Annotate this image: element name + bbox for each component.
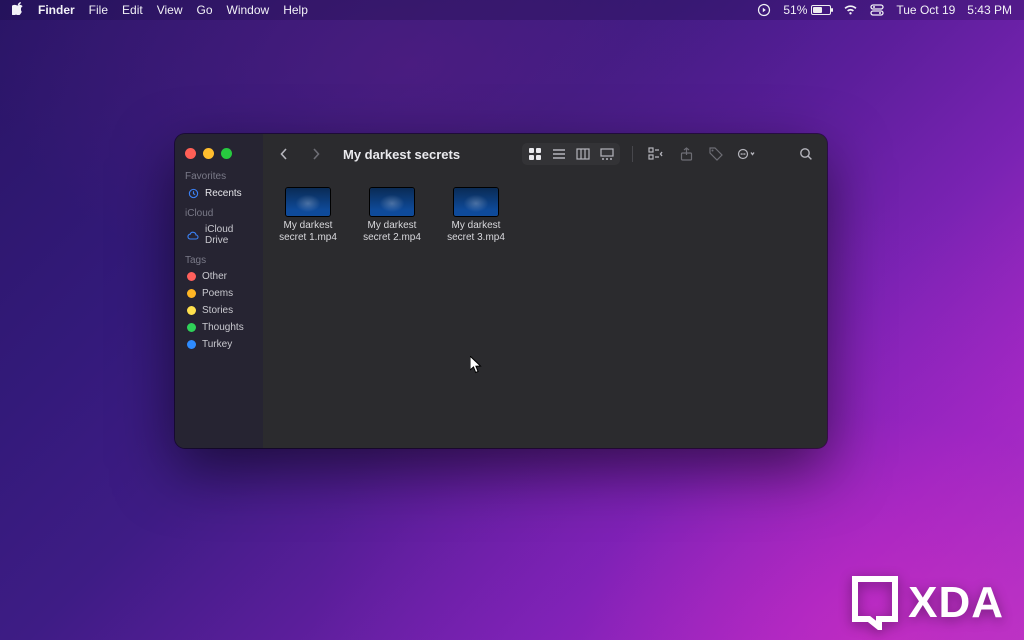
- sidebar-item-label: Other: [202, 271, 227, 282]
- window-controls: [185, 148, 257, 159]
- finder-toolbar: My darkest secrets: [263, 134, 827, 174]
- finder-title: My darkest secrets: [343, 147, 460, 162]
- tag-dot-icon: [187, 306, 196, 315]
- maximize-button[interactable]: [221, 148, 232, 159]
- menu-go[interactable]: Go: [197, 3, 213, 17]
- sidebar-item-label: Recents: [205, 188, 242, 199]
- sidebar-item-label: iCloud Drive: [205, 224, 255, 246]
- watermark: XDA: [852, 576, 1004, 630]
- finder-window: Favorites Recents iCloud iCloud Drive Ta…: [175, 134, 827, 448]
- back-button[interactable]: [273, 143, 295, 165]
- sidebar-tag-thoughts[interactable]: Thoughts: [185, 319, 257, 336]
- finder-content[interactable]: My darkest secret 1.mp4 My darkest secre…: [263, 174, 827, 448]
- tags-button[interactable]: [705, 143, 727, 165]
- mouse-cursor-icon: [470, 356, 482, 374]
- view-mode-segmented: [522, 143, 620, 165]
- file-item[interactable]: My darkest secret 1.mp4: [273, 188, 343, 244]
- video-thumbnail-icon: [370, 188, 414, 216]
- file-item[interactable]: My darkest secret 2.mp4: [357, 188, 427, 244]
- menu-date[interactable]: Tue Oct 19: [896, 3, 955, 17]
- search-button[interactable]: [795, 143, 817, 165]
- sidebar-tag-stories[interactable]: Stories: [185, 302, 257, 319]
- toolbar-divider: [632, 146, 633, 162]
- battery-icon: [811, 5, 831, 15]
- battery-status[interactable]: 51%: [783, 3, 831, 17]
- close-button[interactable]: [185, 148, 196, 159]
- file-item[interactable]: My darkest secret 3.mp4: [441, 188, 511, 244]
- file-name: My darkest secret 1.mp4: [269, 220, 347, 244]
- menu-bar-left: Finder File Edit View Go Window Help: [12, 2, 308, 18]
- column-view-button[interactable]: [571, 144, 595, 164]
- apple-menu-icon[interactable]: [12, 2, 24, 18]
- finder-main: My darkest secrets My darkest secret: [263, 134, 827, 448]
- finder-sidebar: Favorites Recents iCloud iCloud Drive Ta…: [175, 134, 263, 448]
- sidebar-tag-turkey[interactable]: Turkey: [185, 336, 257, 353]
- action-menu-button[interactable]: [735, 143, 757, 165]
- menu-app-name[interactable]: Finder: [38, 3, 75, 17]
- xda-logo-icon: [852, 576, 898, 630]
- wifi-icon[interactable]: [843, 4, 858, 16]
- icon-view-button[interactable]: [523, 144, 547, 164]
- sidebar-item-label: Turkey: [202, 339, 232, 350]
- share-button[interactable]: [675, 143, 697, 165]
- sidebar-item-label: Thoughts: [202, 322, 244, 333]
- sidebar-item-icloud-drive[interactable]: iCloud Drive: [185, 221, 257, 249]
- tag-dot-icon: [187, 340, 196, 349]
- battery-percentage: 51%: [783, 3, 807, 17]
- file-name: My darkest secret 3.mp4: [437, 220, 515, 244]
- video-thumbnail-icon: [454, 188, 498, 216]
- watermark-text: XDA: [908, 578, 1004, 628]
- sidebar-item-label: Poems: [202, 288, 233, 299]
- control-center-icon[interactable]: [870, 4, 884, 16]
- sidebar-tag-poems[interactable]: Poems: [185, 285, 257, 302]
- tag-dot-icon: [187, 323, 196, 332]
- forward-button[interactable]: [305, 143, 327, 165]
- file-name: My darkest secret 2.mp4: [353, 220, 431, 244]
- menu-window[interactable]: Window: [227, 3, 270, 17]
- minimize-button[interactable]: [203, 148, 214, 159]
- clock-icon: [187, 187, 199, 199]
- menu-bar-right: 51% Tue Oct 19 5:43 PM: [757, 3, 1012, 17]
- sidebar-heading-tags: Tags: [185, 255, 257, 266]
- group-by-button[interactable]: [645, 143, 667, 165]
- menu-help[interactable]: Help: [283, 3, 308, 17]
- playback-icon[interactable]: [757, 3, 771, 17]
- menu-file[interactable]: File: [89, 3, 108, 17]
- cloud-icon: [187, 229, 199, 241]
- sidebar-tag-other[interactable]: Other: [185, 268, 257, 285]
- sidebar-item-label: Stories: [202, 305, 233, 316]
- list-view-button[interactable]: [547, 144, 571, 164]
- gallery-view-button[interactable]: [595, 144, 619, 164]
- sidebar-item-recents[interactable]: Recents: [185, 184, 257, 202]
- sidebar-heading-icloud: iCloud: [185, 208, 257, 219]
- sidebar-heading-favorites: Favorites: [185, 171, 257, 182]
- video-thumbnail-icon: [286, 188, 330, 216]
- menu-edit[interactable]: Edit: [122, 3, 143, 17]
- menu-view[interactable]: View: [157, 3, 183, 17]
- menu-time[interactable]: 5:43 PM: [967, 3, 1012, 17]
- menu-bar: Finder File Edit View Go Window Help 51%…: [0, 0, 1024, 20]
- tag-dot-icon: [187, 272, 196, 281]
- tag-dot-icon: [187, 289, 196, 298]
